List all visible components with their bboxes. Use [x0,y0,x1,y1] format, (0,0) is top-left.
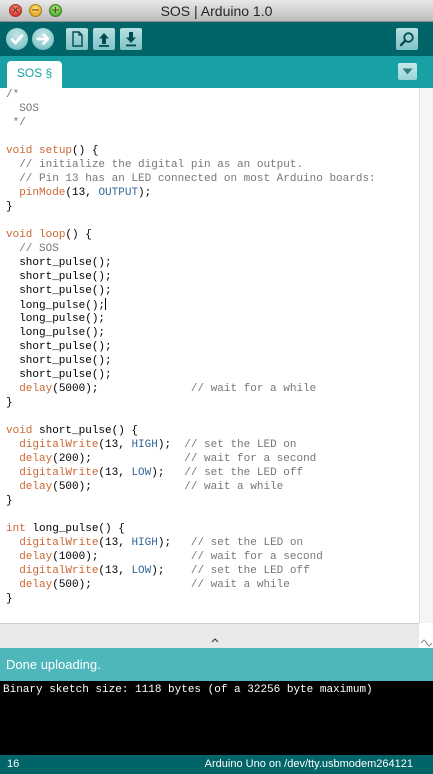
code-line: short_pulse(); [6,341,112,353]
code-line: delay(5000); // wait for a while [19,383,317,395]
code-line: pinMode(13, OUTPUT); [19,187,152,199]
line-number: 16 [7,758,20,770]
title-bar: × − + SOS | Arduino 1.0 [0,0,433,22]
code-line: SOS [6,103,40,115]
code-line: } [6,201,13,213]
code-line: } [6,495,13,507]
status-message: Done uploading. [6,657,101,672]
triangle-down-icon [402,68,413,75]
code-line: } [6,593,13,605]
status-bar: Done uploading. [0,648,433,681]
serial-monitor-magnifier-icon [399,32,414,47]
code-line: delay(500); // wait a while [19,481,284,493]
code-line: /* [6,89,20,101]
code-line: void setup() { [6,145,99,157]
new-file-icon [72,31,83,47]
splitter-up-icon[interactable] [210,636,220,644]
code-line: long_pulse(); [6,327,106,339]
tab-sos[interactable]: SOS § [7,61,62,88]
verify-button[interactable] [6,28,28,50]
code-line: digitalWrite(13, LOW); // set the LED of… [19,565,310,577]
new-sketch-button[interactable] [66,28,88,50]
code-line: short_pulse(); [6,257,112,269]
open-sketch-button[interactable] [93,28,115,50]
code-editor[interactable]: /* SOS */ void setup() { // initialize th… [0,88,419,623]
console-output[interactable]: Binary sketch size: 1118 bytes (of a 322… [0,681,433,755]
footer-bar: 16 Arduino Uno on /dev/tty.usbmodem26412… [0,755,433,774]
code-line: delay(1000); // wait for a second [19,551,323,563]
code-line: short_pulse(); [6,355,112,367]
code-line: void loop() { [6,229,92,241]
toolbar [0,22,433,56]
save-sketch-button[interactable] [120,28,142,50]
code-line: // SOS [19,243,59,255]
vertical-scrollbar[interactable] [419,88,433,623]
code-line: delay(500); // wait a while [19,579,290,591]
code-line: digitalWrite(13, HIGH); // set the LED o… [19,439,297,451]
scroll-arrows-icon[interactable] [419,634,433,648]
code-line: long_pulse(); [6,313,106,325]
tab-menu-button[interactable] [398,63,417,80]
code-line: // Pin 13 has an LED connected on most A… [19,173,376,185]
code-line: long_pulse(); [6,298,107,312]
upload-arrow-icon [36,33,50,45]
code-line: // initialize the digital pin as an outp… [19,159,304,171]
tab-bar: SOS § [0,56,433,88]
code-line: delay(200); // wait for a second [19,453,317,465]
verify-check-icon [10,34,24,45]
code-line: short_pulse(); [6,271,112,283]
text-caret [105,298,107,310]
code-line: short_pulse(); [6,285,112,297]
code-text: /* SOS */ void setup() { // initialize th… [6,88,376,606]
serial-monitor-button[interactable] [396,28,418,50]
code-line: short_pulse(); [6,369,112,381]
code-line: int long_pulse() { [6,523,125,535]
upload-button[interactable] [32,28,54,50]
code-line: void short_pulse() { [6,425,139,437]
code-line: */ [6,117,26,129]
console-text: Binary sketch size: 1118 bytes (of a 322… [3,684,373,696]
board-info: Arduino Uno on /dev/tty.usbmodem264121 [204,758,413,770]
code-line: digitalWrite(13, HIGH); // set the LED o… [19,537,304,549]
code-line: } [6,397,13,409]
open-arrow-up-icon [99,33,109,47]
window-title: SOS | Arduino 1.0 [160,3,273,19]
code-line: digitalWrite(13, LOW); // set the LED of… [19,467,304,479]
save-arrow-down-icon [126,32,136,47]
tab-label: SOS § [16,66,53,80]
